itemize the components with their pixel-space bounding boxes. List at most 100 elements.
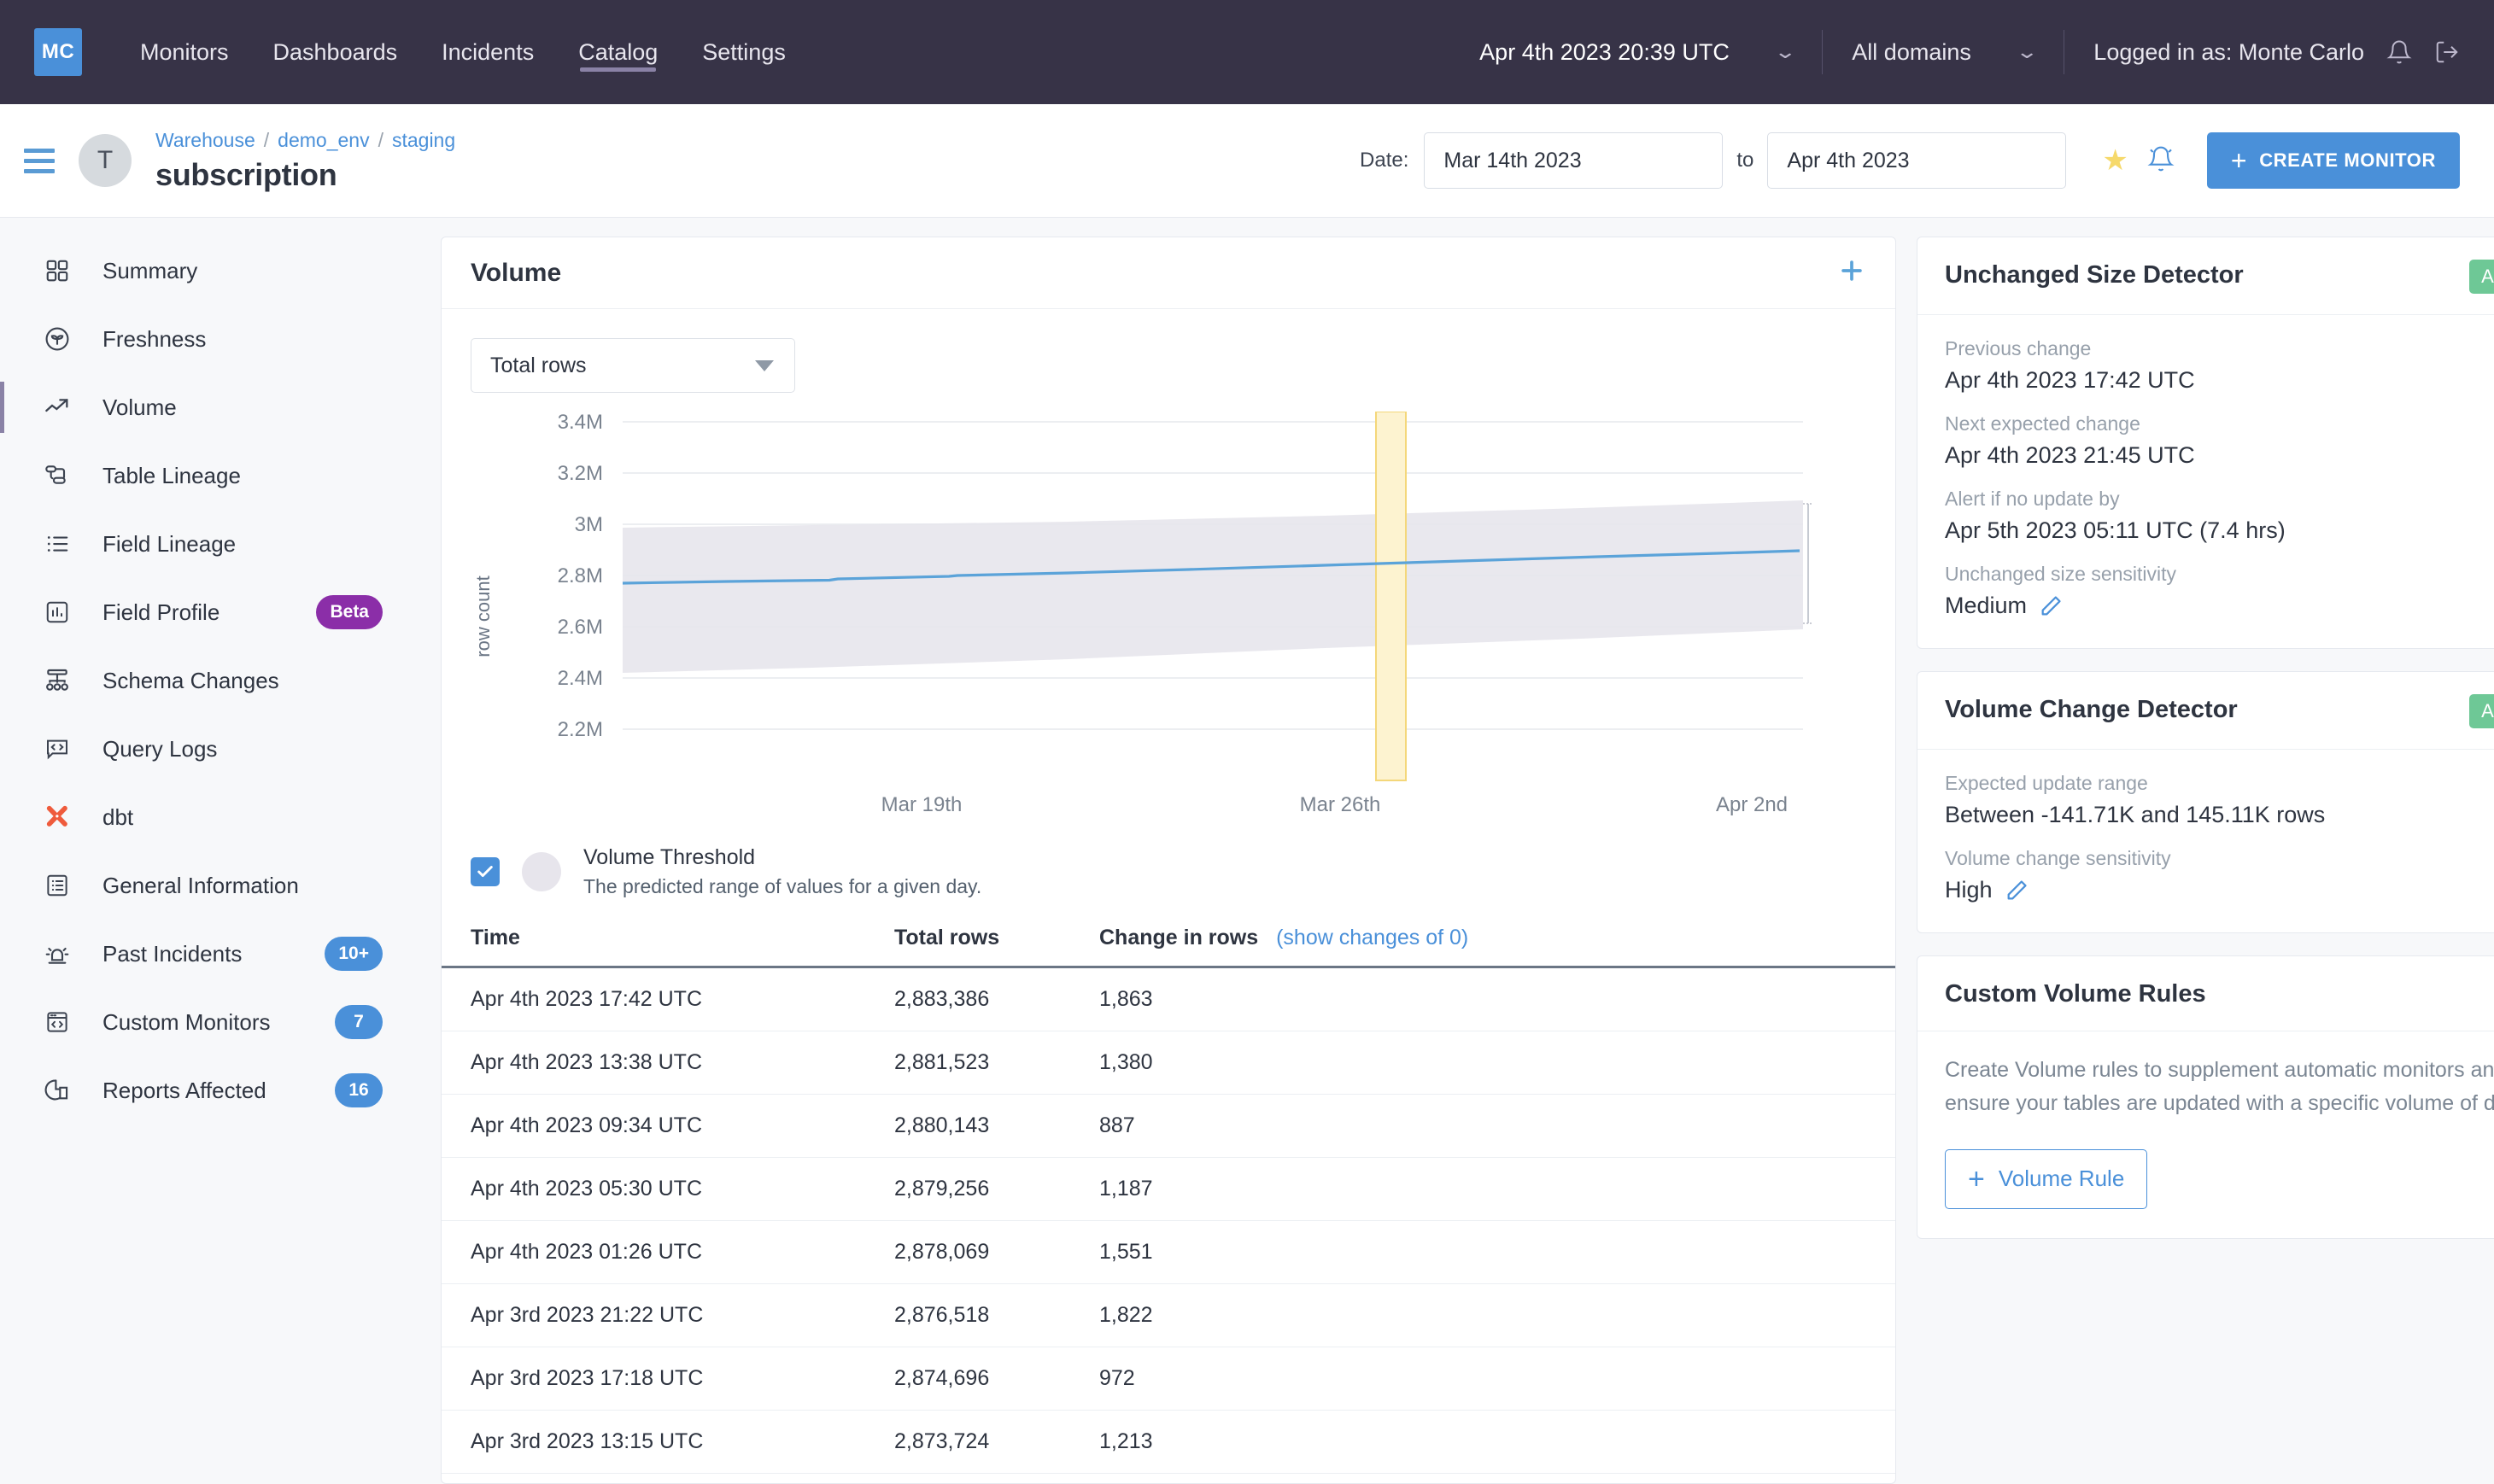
list-icon xyxy=(38,531,77,557)
table-row[interactable]: Apr 4th 2023 17:42 UTC 2,883,386 1,863 xyxy=(442,967,1895,1031)
add-volume-rule-button[interactable]: + Volume Rule xyxy=(1945,1148,2148,1209)
column-header-change-in-rows[interactable]: Change in rows (show changes of 0) xyxy=(1099,926,1895,968)
metric-select-value: Total rows xyxy=(490,353,587,377)
table-row[interactable]: Apr 4th 2023 09:34 UTC 2,880,143 887 xyxy=(442,1094,1895,1158)
sidebar-item-table-lineage[interactable]: Table Lineage xyxy=(0,441,420,510)
sidebar-item-label: Table Lineage xyxy=(102,462,241,488)
sidebar-item-label: Field Profile xyxy=(102,599,220,625)
nav-link-incidents[interactable]: Incidents xyxy=(442,0,534,104)
sidebar-item-summary[interactable]: Summary xyxy=(0,237,420,305)
svg-text:Mar 19th: Mar 19th xyxy=(881,793,963,816)
datetime-chevron-down-icon[interactable]: ⌄ xyxy=(1773,41,1797,63)
main-content: Volume Total rows row count 3.4M 3.2M 3M… xyxy=(420,218,2494,1484)
sidebar-item-field-profile[interactable]: Field Profile Beta xyxy=(0,578,420,646)
panel-title: Volume Change Detector xyxy=(1945,696,2238,723)
cell-total-rows: 2,873,724 xyxy=(894,1410,1099,1474)
svg-text:3.2M: 3.2M xyxy=(558,462,603,485)
plus-icon: + xyxy=(2230,145,2248,176)
notification-bell-icon[interactable] xyxy=(2147,144,2175,178)
breadcrumb-item-warehouse[interactable]: Warehouse xyxy=(155,129,255,152)
show-changes-link[interactable]: (show changes of 0) xyxy=(1276,926,1468,949)
panel-title: Unchanged Size Detector xyxy=(1945,261,2244,289)
divider xyxy=(1822,30,1824,74)
status-badge: Active xyxy=(2469,694,2494,728)
hamburger-menu-icon[interactable] xyxy=(24,148,55,173)
volume-threshold-checkbox[interactable] xyxy=(471,857,500,886)
cell-time: Apr 4th 2023 17:42 UTC xyxy=(442,967,894,1031)
sidebar-item-schema-changes[interactable]: Schema Changes xyxy=(0,646,420,715)
edit-pencil-icon[interactable] xyxy=(2039,594,2063,618)
table-row[interactable]: Apr 4th 2023 05:30 UTC 2,879,256 1,187 xyxy=(442,1157,1895,1221)
sidebar-item-field-lineage[interactable]: Field Lineage Beta xyxy=(0,510,420,578)
panel-body: Expected update range Between -141.71K a… xyxy=(1917,750,2494,932)
table-row[interactable]: Apr 3rd 2023 21:22 UTC 2,876,518 1,822 xyxy=(442,1283,1895,1347)
date-to-input[interactable]: Apr 4th 2023 xyxy=(1767,132,2067,189)
browser-code-icon xyxy=(38,1009,77,1035)
cell-total-rows: 2,878,069 xyxy=(894,1220,1099,1284)
table-row[interactable]: Apr 4th 2023 01:26 UTC 2,878,069 1,551 xyxy=(442,1220,1895,1284)
leaf-circle-icon xyxy=(38,325,77,353)
nav-link-catalog[interactable]: Catalog xyxy=(578,0,658,104)
document-list-icon xyxy=(38,873,77,898)
star-favorite-icon[interactable]: ★ xyxy=(2102,143,2128,178)
field-value-unchanged-size-sensitivity-row: Medium xyxy=(1945,593,2494,619)
sidebar-item-dbt[interactable]: dbt xyxy=(0,783,420,851)
sidebar-item-past-incidents[interactable]: Past Incidents 10+ xyxy=(0,920,420,988)
nav-link-dashboards[interactable]: Dashboards xyxy=(273,0,398,104)
table-row[interactable]: Apr 4th 2023 13:38 UTC 2,881,523 1,380 xyxy=(442,1031,1895,1095)
sidebar-item-label: Query Logs xyxy=(102,735,218,762)
cell-total-rows: 2,883,386 xyxy=(894,967,1099,1031)
sidebar-item-custom-monitors[interactable]: Custom Monitors 7 xyxy=(0,988,420,1056)
domain-chevron-down-icon[interactable]: ⌄ xyxy=(2015,41,2039,63)
app-logo[interactable]: MC xyxy=(34,28,82,76)
sidebar-item-volume[interactable]: Volume xyxy=(0,373,420,441)
avatar: T xyxy=(79,134,132,187)
field-value-expected-update-range: Between -141.71K and 145.11K rows xyxy=(1945,802,2326,827)
plus-icon[interactable] xyxy=(1837,256,1866,289)
cell-time: Apr 4th 2023 01:26 UTC xyxy=(442,1220,894,1284)
metric-select[interactable]: Total rows xyxy=(471,338,795,393)
date-from-input[interactable]: Mar 14th 2023 xyxy=(1424,132,1724,189)
sidebar-item-label: Past Incidents xyxy=(102,940,243,967)
cell-time: Apr 3rd 2023 21:22 UTC xyxy=(442,1283,894,1347)
table-row[interactable]: Apr 3rd 2023 17:18 UTC 2,874,696 972 xyxy=(442,1347,1895,1411)
cell-time: Apr 4th 2023 09:34 UTC xyxy=(442,1094,894,1158)
column-header-time[interactable]: Time xyxy=(442,926,894,968)
code-bubble-icon xyxy=(38,736,77,762)
table-header-row: Time Total rows Change in rows (show cha… xyxy=(442,926,1895,968)
edit-pencil-icon[interactable] xyxy=(2005,879,2029,903)
cell-change-in-rows: 1,380 xyxy=(1099,1031,1895,1095)
table-body: Apr 4th 2023 17:42 UTC 2,883,386 1,863 A… xyxy=(442,967,1895,1474)
top-navigation-bar: MC Monitors Dashboards Incidents Catalog… xyxy=(0,0,2494,104)
sidebar-item-query-logs[interactable]: Query Logs xyxy=(0,715,420,783)
sidebar-item-reports-affected[interactable]: Reports Affected 16 xyxy=(0,1056,420,1125)
cell-time: Apr 3rd 2023 17:18 UTC xyxy=(442,1347,894,1411)
table-row[interactable]: Apr 3rd 2023 13:15 UTC 2,873,724 1,213 xyxy=(442,1410,1895,1474)
volume-card-header: Volume xyxy=(442,237,1895,309)
cell-change-in-rows: 1,863 xyxy=(1099,967,1895,1031)
domain-selector-label[interactable]: All domains xyxy=(1852,39,1971,66)
svg-text:Mar 26th: Mar 26th xyxy=(1300,793,1381,816)
page-title: subscription xyxy=(155,156,337,192)
create-monitor-button[interactable]: + CREATE MONITOR xyxy=(2206,132,2460,189)
panel-body: Previous change Apr 4th 2023 17:42 UTC N… xyxy=(1917,315,2494,648)
dbt-logo-icon xyxy=(38,803,77,832)
sidebar-item-freshness[interactable]: Freshness xyxy=(0,305,420,373)
cell-change-in-rows: 1,551 xyxy=(1099,1220,1895,1284)
custom-volume-rules-panel: Custom Volume Rules Create Volume rules … xyxy=(1917,955,2494,1239)
cell-time: Apr 4th 2023 05:30 UTC xyxy=(442,1157,894,1221)
sidebar-item-general-information[interactable]: General Information xyxy=(0,851,420,920)
unchanged-size-sensitivity-value: Medium xyxy=(1945,593,2028,618)
column-header-total-rows[interactable]: Total rows xyxy=(894,926,1099,968)
pie-report-icon xyxy=(38,1077,77,1104)
nav-link-settings[interactable]: Settings xyxy=(702,0,786,104)
breadcrumb-item-staging[interactable]: staging xyxy=(392,129,455,152)
header-controls: Date: Mar 14th 2023 to Apr 4th 2023 ★ + … xyxy=(1360,132,2460,189)
current-datetime: Apr 4th 2023 20:39 UTC xyxy=(1479,38,1730,65)
title-block: Warehouse / demo_env / staging subscript… xyxy=(155,129,455,193)
logout-icon[interactable] xyxy=(2434,38,2460,66)
volume-change-detector-panel: Volume Change Detector Active Expected u… xyxy=(1917,671,2494,933)
breadcrumb-item-demo-env[interactable]: demo_env xyxy=(278,129,369,152)
nav-link-monitors[interactable]: Monitors xyxy=(140,0,229,104)
bell-icon[interactable] xyxy=(2386,38,2412,66)
